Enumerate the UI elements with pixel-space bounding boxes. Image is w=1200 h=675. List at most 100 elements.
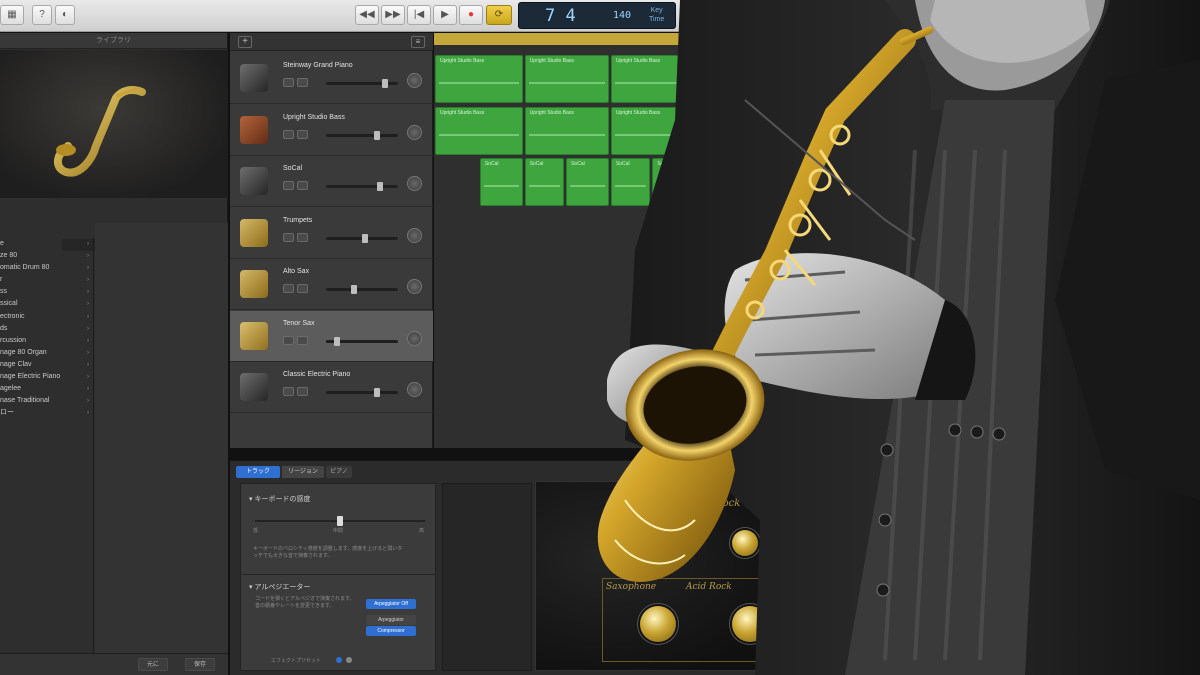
volume-slider-thumb[interactable] <box>374 130 380 140</box>
chevron-right-icon: › <box>87 398 89 405</box>
library-category-item[interactable]: nage Clav › <box>0 359 93 371</box>
volume-slider[interactable] <box>326 233 398 243</box>
page-dot-active[interactable] <box>336 657 342 663</box>
solo-button[interactable] <box>297 335 308 345</box>
volume-slider-thumb[interactable] <box>334 336 340 346</box>
track-header[interactable]: Alto Sax <box>230 259 433 310</box>
track-header[interactable]: Classic Electric Piano <box>230 362 433 413</box>
arpeggiator-off-button[interactable]: Arpeggiator Off <box>366 599 416 609</box>
track-header[interactable]: SoCal <box>230 156 433 207</box>
region-waveform <box>439 82 519 84</box>
sensitivity-slider-thumb[interactable] <box>337 516 343 526</box>
cycle-button[interactable]: ⟳ <box>486 5 512 25</box>
pan-knob[interactable] <box>407 279 422 294</box>
pan-knob[interactable] <box>407 330 422 346</box>
chevron-right-icon: › <box>87 253 89 260</box>
revert-button[interactable]: 元に <box>138 658 168 671</box>
chevron-right-icon: › <box>87 325 89 332</box>
track-region[interactable]: SoCal <box>524 158 565 206</box>
library-category-label: nage Electric Piano <box>0 373 61 381</box>
volume-slider[interactable] <box>326 79 398 88</box>
library-category-item[interactable]: ロー › <box>0 407 93 419</box>
library-button[interactable]: ▦ <box>0 5 24 25</box>
rewind-button[interactable]: ◀◀ <box>355 5 379 25</box>
solo-button[interactable] <box>297 232 308 242</box>
library-category-item[interactable]: omatic Drum 80 › <box>0 262 93 274</box>
solo-button[interactable] <box>297 387 308 396</box>
volume-slider-thumb[interactable] <box>362 233 368 243</box>
track-header[interactable]: Steinway Grand Piano <box>230 53 433 104</box>
volume-slider-thumb[interactable] <box>377 182 383 191</box>
solo-button[interactable] <box>297 284 308 293</box>
mute-button[interactable] <box>283 284 294 293</box>
library-category-item[interactable]: ds › <box>0 323 93 335</box>
sensitivity-slider[interactable] <box>255 516 425 526</box>
help-button[interactable]: ? <box>32 5 52 25</box>
volume-slider[interactable] <box>326 336 398 346</box>
library-category-item[interactable]: ssical › <box>0 298 93 310</box>
volume-slider[interactable] <box>326 388 398 397</box>
library-category-item[interactable]: nage 80 Organ › <box>0 347 93 359</box>
volume-slider-thumb[interactable] <box>382 79 388 88</box>
track-header[interactable]: Trumpets <box>230 208 433 259</box>
piano-icon <box>240 64 268 92</box>
track-header[interactable]: Upright Studio Bass <box>230 105 433 156</box>
library-category-item[interactable]: r › <box>0 274 93 286</box>
volume-slider[interactable] <box>326 285 398 294</box>
chevron-right-icon: › <box>87 410 89 417</box>
solo-button[interactable] <box>297 181 308 190</box>
library-category-label: e <box>0 240 4 247</box>
track-region[interactable]: SoCal <box>479 158 523 206</box>
keyboard-sensitivity-description: キーボードのベロシティ感度を調整します。感度を上げると弱いタッチでも大きな音で演… <box>253 546 403 559</box>
page-dot[interactable] <box>346 657 352 663</box>
record-button[interactable]: ● <box>459 5 483 25</box>
arpeggiator-title: ▾ アルペジエーター <box>249 582 310 592</box>
tab-piano[interactable]: ピアノ <box>326 466 352 478</box>
pan-knob[interactable] <box>407 382 422 397</box>
volume-slider[interactable] <box>326 130 398 140</box>
smart-controls-button[interactable]: ◐ <box>55 5 75 25</box>
library-category-item[interactable]: agelee › <box>0 383 93 395</box>
library-category-item[interactable]: e › <box>0 238 93 250</box>
pan-knob[interactable] <box>407 73 422 88</box>
volume-slider-thumb[interactable] <box>374 388 380 397</box>
library-category-item[interactable]: ectronic › <box>0 311 93 323</box>
play-button[interactable]: ▶ <box>433 5 457 25</box>
tab-track[interactable]: トラック <box>236 466 280 478</box>
compressor-button[interactable]: Compressor <box>366 626 416 636</box>
library-category-item[interactable]: nage Electric Piano › <box>0 371 93 383</box>
volume-slider[interactable] <box>326 182 398 191</box>
rewind-icon: ◀◀ <box>359 9 375 20</box>
forward-button[interactable]: ▶▶ <box>381 5 405 25</box>
mute-button[interactable] <box>283 335 294 345</box>
go-to-start-button[interactable]: |◀ <box>407 5 431 25</box>
solo-button[interactable] <box>297 78 308 87</box>
library-header: ライブラリ <box>0 33 227 49</box>
mute-button[interactable] <box>283 181 294 190</box>
pan-knob[interactable] <box>407 124 422 140</box>
library-patch-list[interactable] <box>95 223 228 653</box>
track-header[interactable]: Tenor Sax <box>230 310 433 362</box>
solo-button[interactable] <box>297 129 308 139</box>
library-category-item[interactable]: ss › <box>0 286 93 298</box>
mute-button[interactable] <box>283 232 294 242</box>
mute-button[interactable] <box>283 129 294 139</box>
track-region[interactable]: Upright Studio Bass <box>435 106 523 155</box>
library-footer: 元に 保存 <box>0 653 228 675</box>
track-region[interactable]: Upright Studio Bass <box>435 55 523 103</box>
tab-region[interactable]: リージョン <box>282 466 324 478</box>
chevron-right-icon: › <box>87 349 89 356</box>
pan-knob[interactable] <box>407 227 422 243</box>
library-category-item[interactable]: nase Traditional › <box>0 395 93 407</box>
volume-slider-thumb[interactable] <box>351 285 357 294</box>
add-track-button[interactable]: + <box>238 36 252 48</box>
library-category-item[interactable]: rcussion › <box>0 335 93 347</box>
mute-button[interactable] <box>283 78 294 87</box>
filter-button[interactable]: ≡ <box>411 36 425 48</box>
arpeggiator-button[interactable]: Arpeggiator <box>366 615 416 625</box>
mute-button[interactable] <box>283 387 294 396</box>
library-category-item[interactable]: ze 80 › <box>0 250 93 262</box>
bass-icon <box>240 115 268 144</box>
pan-knob[interactable] <box>407 176 422 191</box>
save-button[interactable]: 保存 <box>185 658 215 671</box>
